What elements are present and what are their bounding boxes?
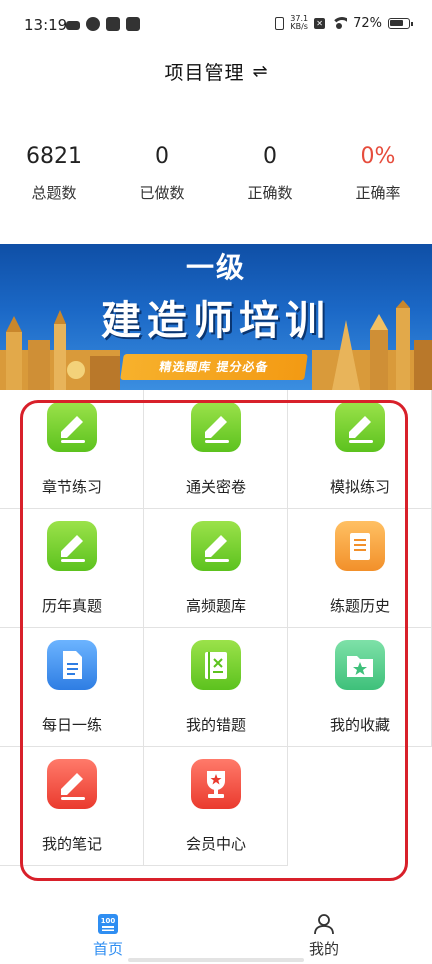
user-icon	[312, 912, 336, 936]
pencil-icon	[191, 521, 241, 571]
menu-item-membership[interactable]: 会员中心	[144, 747, 288, 866]
menu-item-label: 高频题库	[185, 597, 246, 615]
stats-panel: 6821 总题数 0 已做数 0 正确数 0% 正确率	[0, 140, 432, 220]
wifi-icon	[331, 17, 348, 29]
stat-value: 0%	[360, 144, 396, 169]
switch-project-icon[interactable]: ⇌	[252, 50, 267, 94]
pencil-icon	[47, 759, 97, 809]
exam-book-icon: 100	[96, 912, 120, 936]
net-speed-unit: KB/s	[290, 22, 308, 31]
menu-item-label: 我的错题	[185, 716, 246, 734]
vibrate-icon	[275, 16, 285, 30]
menu-item-practice-history[interactable]: 练题历史	[288, 509, 432, 628]
menu-item-favorites[interactable]: 我的收藏	[288, 628, 432, 747]
stat-value: 6821	[26, 144, 82, 169]
pencil-icon	[47, 402, 97, 452]
menu-item-label: 历年真题	[41, 597, 102, 615]
app-notification-icon	[86, 17, 100, 31]
stat-label: 总题数	[31, 184, 77, 202]
nav-icon-text: 100	[101, 917, 116, 925]
pencil-icon	[47, 521, 97, 571]
stat-correct: 0 正确数	[216, 140, 324, 220]
net-speed: 37.1 KB/s	[290, 15, 308, 31]
stat-rate: 0% 正确率	[324, 140, 432, 220]
grid-row: 我的笔记 会员中心	[0, 747, 432, 866]
grid-row: 历年真题 高频题库 练题历史	[0, 509, 432, 628]
notification-icons	[66, 17, 140, 31]
stat-label: 正确数	[247, 184, 293, 202]
menu-item-label: 会员中心	[185, 835, 246, 853]
battery-percent: 72%	[353, 15, 382, 31]
menu-item-label: 我的收藏	[329, 716, 390, 734]
menu-item-daily-practice[interactable]: 每日一练	[0, 628, 144, 747]
menu-item-mock-practice[interactable]: 模拟练习	[288, 390, 432, 509]
grid-row: 每日一练 我的错题 我的收藏	[0, 628, 432, 747]
promo-banner[interactable]: 一级 建造师培训 精选题库 提分必备	[0, 244, 432, 390]
header: 项目管理 ⇌	[0, 50, 432, 96]
banner-level: 一级	[185, 251, 246, 284]
home-indicator[interactable]	[128, 958, 304, 962]
system-indicators: 37.1 KB/s ✕ 72%	[275, 15, 413, 31]
menu-item-chapter-practice[interactable]: 章节练习	[0, 390, 144, 509]
scroll-icon	[335, 521, 385, 571]
page-title[interactable]: 项目管理	[164, 62, 244, 84]
nav-item-home[interactable]: 100 首页	[0, 898, 216, 959]
banner-title: 建造师培训	[101, 298, 331, 344]
menu-item-label: 模拟练习	[329, 478, 390, 496]
pencil-icon	[191, 402, 241, 452]
nav-label-home: 首页	[92, 940, 123, 958]
menu-item-notes[interactable]: 我的笔记	[0, 747, 144, 866]
menu-item-label: 章节练习	[41, 478, 102, 496]
stat-value: 0	[155, 144, 169, 169]
stat-label: 已做数	[139, 184, 185, 202]
menu-item-label: 每日一练	[41, 716, 102, 734]
menu-item-label: 练题历史	[329, 597, 390, 615]
stat-total: 6821 总题数	[0, 140, 108, 220]
grid-row: 章节练习 通关密卷 模拟练习	[0, 390, 432, 509]
stat-done: 0 已做数	[108, 140, 216, 220]
menu-item-label: 通关密卷	[185, 478, 246, 496]
menu-item-past-exams[interactable]: 历年真题	[0, 509, 144, 628]
pencil-icon	[335, 402, 385, 452]
battery-icon	[388, 17, 413, 29]
star-folder-icon	[335, 640, 385, 690]
menu-item-label: 我的笔记	[41, 835, 102, 853]
nav-label-mine: 我的	[308, 940, 339, 958]
menu-item-pass-papers[interactable]: 通关密卷	[144, 390, 288, 509]
mail-icon	[106, 17, 120, 31]
bottom-nav: 100 首页 我的	[0, 898, 432, 964]
x-icon: ✕	[314, 17, 326, 29]
banner-ribbon: 精选题库 提分必备	[120, 354, 308, 380]
document-icon	[47, 640, 97, 690]
crown-icon	[66, 21, 80, 30]
menu-item-wrong-questions[interactable]: 我的错题	[144, 628, 288, 747]
nav-item-mine[interactable]: 我的	[216, 898, 432, 959]
menu-item-high-frequency[interactable]: 高频题库	[144, 509, 288, 628]
stat-value: 0	[263, 144, 277, 169]
wrong-book-icon	[191, 640, 241, 690]
play-icon	[126, 17, 140, 31]
stat-label: 正确率	[355, 184, 401, 202]
status-bar: 13:19 37.1 KB/s ✕ 72%	[0, 0, 432, 50]
status-time: 13:19	[24, 16, 68, 34]
trophy-icon	[191, 759, 241, 809]
